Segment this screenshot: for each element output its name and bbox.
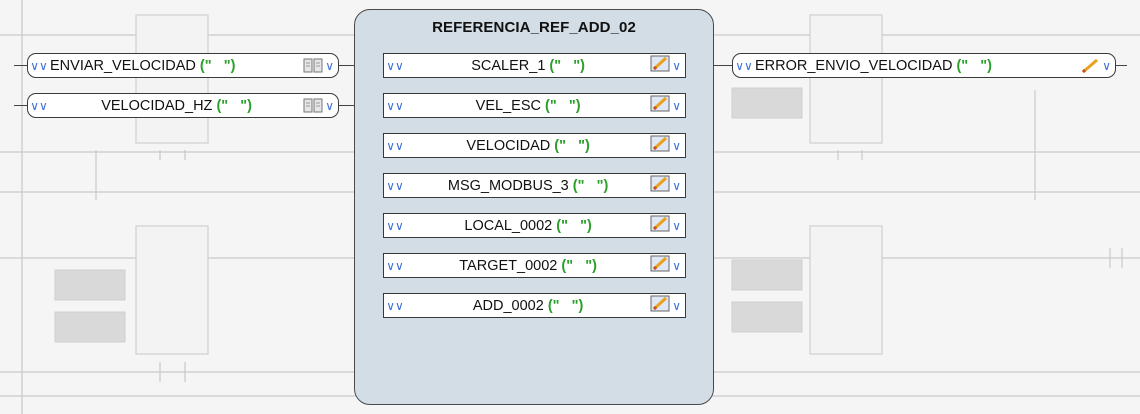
double-chevron-down-icon[interactable]: ∨ (325, 99, 334, 113)
double-chevron-down-icon[interactable]: ∨∨ (384, 99, 406, 113)
block-pin[interactable]: ∨∨ VELOCIDAD (" ") ∨ (383, 133, 686, 158)
book-icon[interactable] (303, 57, 323, 74)
block-pin-label: SCALER_1 (471, 57, 546, 74)
double-chevron-down-icon[interactable]: ∨ (672, 59, 681, 73)
block-pin-label: LOCAL_0002 (464, 217, 553, 234)
annotation-open: (" ") (549, 57, 585, 74)
edit-icon[interactable] (650, 255, 670, 276)
double-chevron-down-icon[interactable]: ∨∨ (733, 59, 755, 73)
double-chevron-down-icon[interactable]: ∨ (325, 59, 334, 73)
double-chevron-down-icon[interactable]: ∨∨ (384, 59, 406, 73)
annotation-open: (" ") (572, 177, 609, 194)
annotation-open: (" ") (547, 297, 584, 314)
annotation-open: (" ") (556, 217, 592, 234)
edit-icon[interactable] (650, 295, 670, 316)
annotation-open: (" ") (545, 97, 581, 114)
double-chevron-down-icon[interactable]: ∨∨ (28, 99, 50, 113)
annotation-open: (" ") (216, 97, 252, 114)
wire-left-2 (14, 105, 28, 107)
block-pin[interactable]: ∨∨ TARGET_0002 (" ") ∨ (383, 253, 686, 278)
block-pin-label: TARGET_0002 (459, 257, 558, 274)
edit-icon[interactable] (650, 135, 670, 156)
wire-right-1 (713, 65, 733, 67)
block-pin-label: VELOCIDAD (466, 137, 551, 154)
wire-right-1b (1115, 65, 1127, 67)
double-chevron-down-icon[interactable]: ∨∨ (384, 139, 406, 153)
edit-icon[interactable] (650, 55, 670, 76)
double-chevron-down-icon[interactable]: ∨ (672, 139, 681, 153)
input-variable-name: VELOCIDAD_HZ (101, 97, 213, 114)
block-pin[interactable]: ∨∨ MSG_MODBUS_3 (" ") ∨ (383, 173, 686, 198)
function-block-title: REFERENCIA_REF_ADD_02 (432, 19, 636, 36)
block-pin[interactable]: ∨∨ SCALER_1 (" ") ∨ (383, 53, 686, 78)
edit-icon[interactable] (650, 95, 670, 116)
double-chevron-down-icon[interactable]: ∨∨ (384, 299, 406, 313)
input-variable-velocidad-hz[interactable]: ∨∨ VELOCIDAD_HZ (" ") ∨ (27, 93, 339, 118)
double-chevron-down-icon[interactable]: ∨ (672, 179, 681, 193)
edit-icon[interactable] (650, 215, 670, 236)
double-chevron-down-icon[interactable]: ∨ (672, 259, 681, 273)
block-pin[interactable]: ∨∨ LOCAL_0002 (" ") ∨ (383, 213, 686, 238)
annotation-open: (" ") (199, 57, 236, 74)
annotation-open: (" ") (956, 57, 992, 74)
annotation-open: (" ") (561, 257, 597, 274)
edit-icon[interactable] (650, 175, 670, 196)
input-variable-enviar-velocidad[interactable]: ∨∨ ENVIAR_VELOCIDAD (" ") ∨ (27, 53, 339, 78)
double-chevron-down-icon[interactable]: ∨ (1102, 59, 1111, 73)
double-chevron-down-icon[interactable]: ∨∨ (28, 59, 50, 73)
block-pin[interactable]: ∨∨ ADD_0002 (" ") ∨ (383, 293, 686, 318)
double-chevron-down-icon[interactable]: ∨ (672, 99, 681, 113)
block-pin-label: MSG_MODBUS_3 (447, 177, 569, 194)
double-chevron-down-icon[interactable]: ∨∨ (384, 219, 406, 233)
book-icon[interactable] (303, 97, 323, 114)
double-chevron-down-icon[interactable]: ∨∨ (384, 259, 406, 273)
double-chevron-down-icon[interactable]: ∨ (672, 299, 681, 313)
output-variable-name: ERROR_ENVIO_VELOCIDAD (755, 57, 953, 74)
double-chevron-down-icon[interactable]: ∨∨ (384, 179, 406, 193)
double-chevron-down-icon[interactable]: ∨ (672, 219, 681, 233)
input-variable-name: ENVIAR_VELOCIDAD (50, 57, 196, 74)
block-pin-label: ADD_0002 (472, 297, 544, 314)
annotation-open: (" ") (554, 137, 590, 154)
output-variable-error-envio-velocidad[interactable]: ∨∨ ERROR_ENVIO_VELOCIDAD (" ") ∨ (732, 53, 1116, 78)
pencil-icon[interactable] (1080, 57, 1100, 74)
block-pin[interactable]: ∨∨ VEL_ESC (" ") ∨ (383, 93, 686, 118)
wire-left-1 (14, 65, 28, 67)
block-pin-label: VEL_ESC (475, 97, 541, 114)
